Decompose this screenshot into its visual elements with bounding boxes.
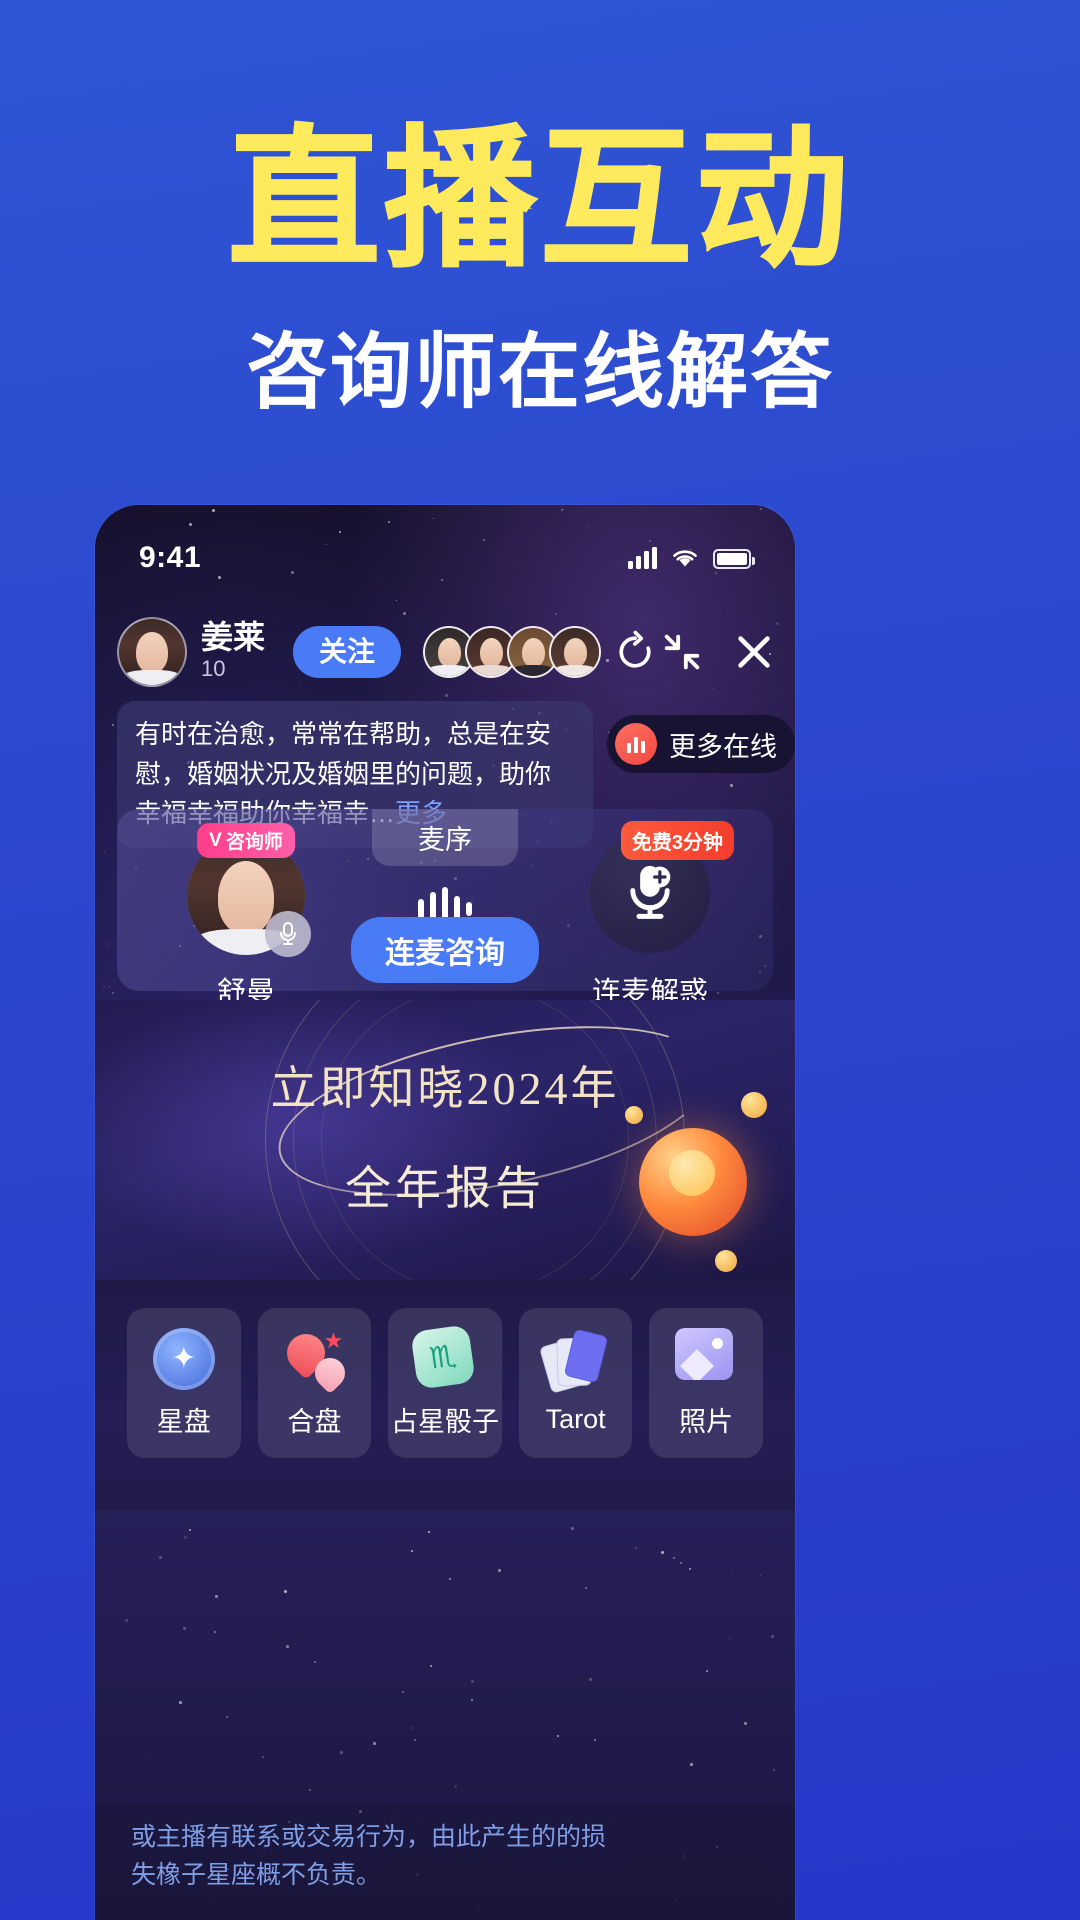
host-profile-pill[interactable]: 姜莱 10 [117, 617, 276, 687]
close-icon[interactable] [731, 629, 777, 675]
consultant-badge-label: 咨询师 [225, 832, 283, 853]
photo-icon [675, 1327, 737, 1390]
wifi-icon [673, 550, 697, 567]
follow-button[interactable]: 关注 [293, 626, 402, 678]
battery-icon [713, 549, 755, 569]
tile-tarot[interactable]: Tarot [518, 1308, 633, 1458]
promo-title: 直播互动 [227, 111, 852, 288]
tile-label: 占星骰子 [390, 1406, 499, 1437]
feature-tiles-row: 星盘 ★ 合盘 ♏ 占星骰子 Tarot 照片 [95, 1280, 795, 1458]
microphone-icon [265, 911, 311, 957]
coin-decoration [625, 1106, 643, 1124]
promo-header: 直播互动 咨询师在线解答 [0, 111, 1080, 421]
more-online-badge[interactable]: 更多在线 [607, 715, 795, 773]
mic-queue-panel: 麦序 V 咨询师 舒曼 连麦咨询 免费3分钟 连麦解惑 [117, 809, 773, 1009]
consultant-avatar[interactable]: V 咨询师 [187, 823, 311, 957]
host-avatar[interactable] [117, 617, 187, 687]
tile-zodiac-dice[interactable]: ♏ 占星骰子 [388, 1308, 502, 1458]
tile-label: 星盘 [156, 1406, 211, 1437]
connect-mic-button[interactable]: 连麦咨询 [351, 917, 539, 983]
coin-decoration [741, 1092, 767, 1118]
tile-label: 合盘 [287, 1406, 342, 1437]
status-bar-icons [628, 547, 755, 569]
host-meta: 姜莱 10 [201, 619, 266, 684]
tile-label: 照片 [679, 1406, 734, 1437]
astrolabe-icon [152, 1323, 221, 1390]
disclaimer-line-2: 失橡子星座概不负责。 [131, 1860, 382, 1889]
consultant-block: V 咨询师 舒曼 [175, 823, 317, 1011]
microphone-add-icon[interactable]: 免费3分钟 [590, 821, 734, 953]
disclaimer-line-1: 或主播有联系或交易行为，由此产生的的损 [131, 1823, 607, 1851]
header-actions [659, 629, 777, 675]
promo-subtitle: 咨询师在线解答 [245, 325, 834, 421]
minimize-icon[interactable] [659, 629, 705, 675]
crystal-ball-icon [639, 1128, 747, 1236]
refresh-icon[interactable] [613, 630, 657, 674]
feature-tiles-section: 星盘 ★ 合盘 ♏ 占星骰子 Tarot 照片 [95, 1280, 795, 1510]
phone-mockup: 9:41 姜莱 10 关注 有时在治愈，常常在帮助，总是在安慰，婚姻状况及婚姻里… [95, 505, 795, 1920]
tarot-cards-icon [538, 1328, 608, 1394]
live-header-bar: 姜莱 10 关注 [117, 611, 777, 693]
hearts-icon: ★ [279, 1325, 352, 1394]
viewer-avatar[interactable] [549, 626, 602, 678]
verified-v-icon: V [209, 829, 222, 851]
status-bar-clock: 9:41 [139, 541, 202, 574]
banner-line-1: 立即知晓2024年 [270, 1063, 620, 1114]
more-online-label: 更多在线 [669, 731, 777, 762]
coin-decoration [715, 1250, 737, 1272]
mic-sequence-label[interactable]: 麦序 [372, 809, 518, 866]
consultant-verified-badge: V 咨询师 [197, 823, 295, 858]
status-bar: 9:41 [95, 535, 795, 581]
connect-mic-entry[interactable]: 免费3分钟 连麦解惑 [575, 821, 734, 1011]
annual-report-banner[interactable]: 立即知晓2024年 全年报告 [95, 1000, 795, 1280]
tile-astrolabe[interactable]: 星盘 [127, 1308, 241, 1458]
disclaimer-text: 或主播有联系或交易行为，由此产生的的损 失橡子星座概不负责。 [95, 1803, 795, 1920]
tile-label: Tarot [545, 1403, 606, 1434]
tile-photo[interactable]: 照片 [649, 1308, 763, 1458]
tile-synastry[interactable]: ★ 合盘 [257, 1308, 372, 1458]
cellular-signal-icon [628, 547, 657, 569]
host-id: 10 [201, 656, 226, 682]
viewer-avatar-list[interactable] [423, 626, 657, 678]
live-bars-icon [615, 723, 657, 765]
free-minutes-badge: 免费3分钟 [620, 821, 734, 860]
zodiac-dice-icon: ♏ [410, 1323, 476, 1390]
host-name: 姜莱 [201, 619, 266, 656]
